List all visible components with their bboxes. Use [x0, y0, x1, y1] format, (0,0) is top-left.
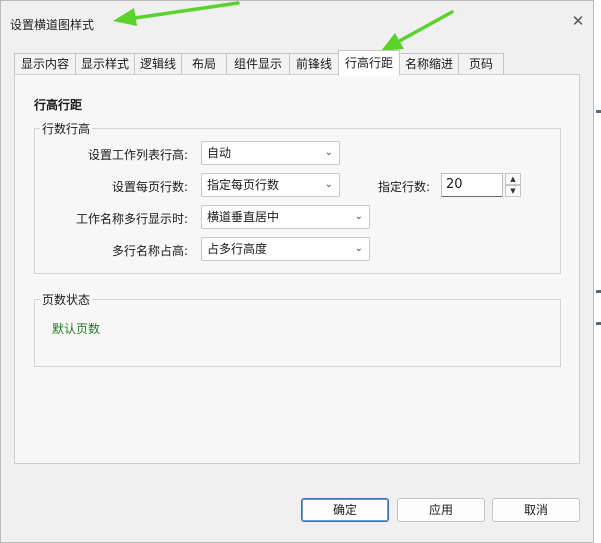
multiline-display-select[interactable]: 横道垂直居中 ⌄: [201, 205, 370, 229]
row-height-select[interactable]: 自动 ⌄: [201, 141, 340, 165]
multiline-height-select[interactable]: 占多行高度 ⌄: [201, 237, 370, 261]
field-label-rows-per-page: 设置每页行数:: [111, 180, 188, 194]
default-page-count-text: 默认页数: [52, 322, 101, 336]
background-marker: [596, 322, 601, 325]
field-label-multiline-height: 多行名称占高:: [111, 244, 188, 258]
tab-layout[interactable]: 布局: [181, 53, 227, 75]
chevron-down-icon: ⌄: [354, 243, 363, 254]
tab-row-height-spacing[interactable]: 行高行距: [338, 50, 400, 76]
tab-component-display[interactable]: 组件显示: [226, 53, 290, 75]
row-height-group-label: 行数行高: [40, 120, 93, 137]
apply-button[interactable]: 应用: [397, 498, 485, 522]
page-status-group-label: 页数状态: [40, 291, 93, 308]
spin-down-icon[interactable]: ▼: [505, 185, 521, 197]
tab-page-number[interactable]: 页码: [458, 53, 504, 75]
tab-frontline[interactable]: 前锋线: [289, 53, 339, 75]
ok-button[interactable]: 确定: [301, 498, 389, 522]
dialog-title: 设置横道图样式: [10, 18, 95, 32]
select-value: 横道垂直居中: [207, 210, 280, 224]
chevron-down-icon: ⌄: [354, 211, 363, 222]
page-status-group: [34, 299, 561, 367]
chevron-down-icon: ⌄: [324, 147, 333, 158]
field-label-specified-rows: 指定行数:: [377, 180, 430, 194]
specified-rows-input[interactable]: 20: [441, 173, 503, 197]
field-label-multiline-display: 工作名称多行显示时:: [75, 212, 188, 226]
rows-per-page-select[interactable]: 指定每页行数 ⌄: [201, 173, 340, 197]
field-label-row-height: 设置工作列表行高:: [87, 148, 188, 162]
select-value: 指定每页行数: [207, 178, 280, 192]
section-title: 行高行距: [34, 98, 83, 112]
tab-name-indent[interactable]: 名称缩进: [399, 53, 459, 75]
spin-up-icon[interactable]: ▲: [505, 173, 521, 185]
background-marker: [596, 110, 601, 113]
chevron-down-icon: ⌄: [324, 179, 333, 190]
tab-logic-line[interactable]: 逻辑线: [134, 53, 182, 75]
close-icon[interactable]: ✕: [566, 9, 590, 33]
select-value: 占多行高度: [207, 242, 268, 256]
background-marker: [596, 290, 601, 293]
cancel-button[interactable]: 取消: [492, 498, 580, 522]
select-value: 自动: [207, 146, 232, 160]
tab-display-content[interactable]: 显示内容: [14, 53, 76, 75]
background-app-edge: [594, 0, 601, 543]
tab-display-style[interactable]: 显示样式: [75, 53, 135, 75]
